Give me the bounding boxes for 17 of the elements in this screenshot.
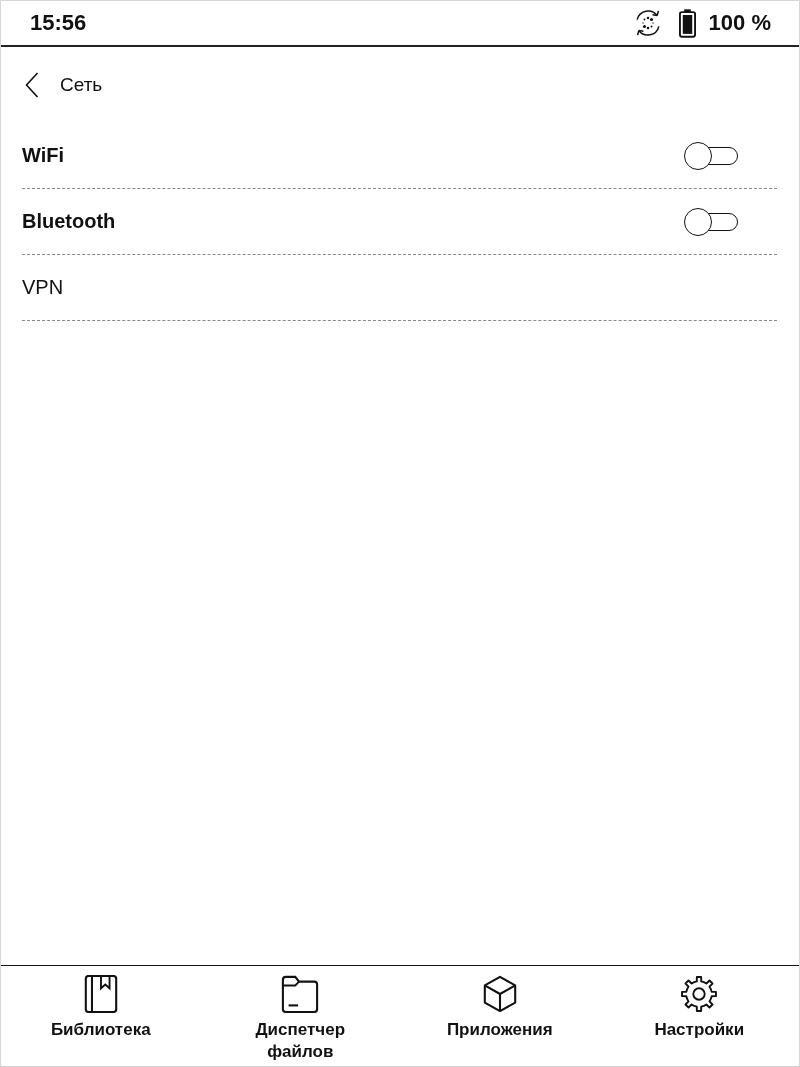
- setting-label: Bluetooth: [22, 210, 116, 233]
- toggle-switch[interactable]: [684, 207, 738, 236]
- battery-percent: 100 %: [708, 10, 771, 36]
- back-chevron-icon: [25, 72, 39, 98]
- settings-icon: [680, 975, 719, 1013]
- page-title: Сеть: [60, 74, 103, 96]
- back-button[interactable]: [25, 72, 39, 98]
- settings-link[interactable]: VPN: [22, 255, 777, 321]
- nav-tab[interactable]: Настройки: [599, 966, 799, 1066]
- nav-tab[interactable]: Библиотека: [1, 966, 201, 1066]
- nav-tab[interactable]: Приложения: [400, 966, 600, 1066]
- nav-tab[interactable]: Диспетчер файлов: [200, 966, 400, 1066]
- setting-label: WiFi: [22, 144, 65, 167]
- battery-icon: [678, 8, 696, 38]
- folder-icon: [281, 975, 320, 1013]
- toggle-switch[interactable]: [684, 141, 738, 170]
- clock-time: 15:56: [30, 10, 87, 36]
